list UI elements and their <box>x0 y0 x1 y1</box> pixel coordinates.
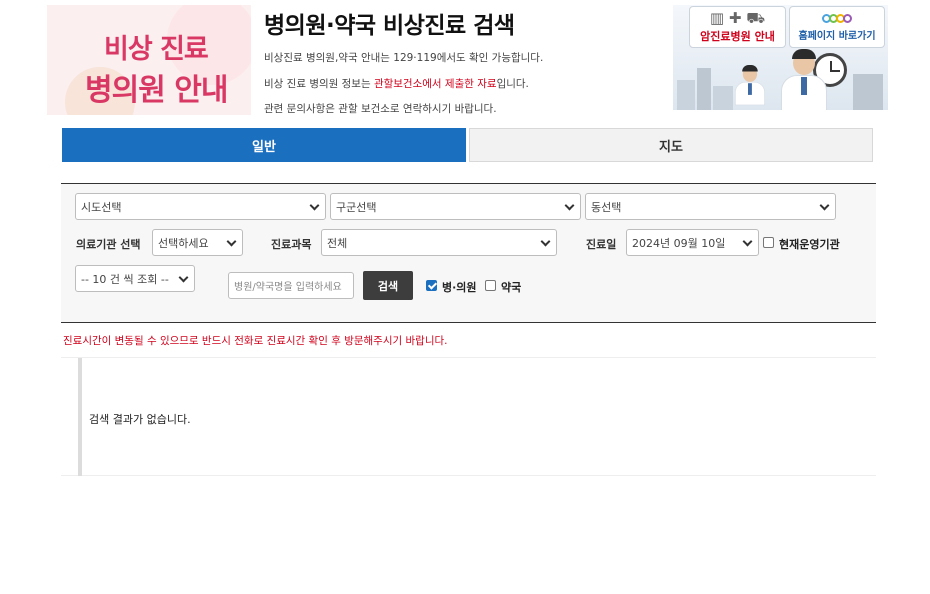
tab-map[interactable]: 지도 <box>469 128 873 162</box>
sido-select-value: 시도선택 <box>81 200 122 214</box>
pharmacy-checkbox-label: 약국 <box>501 281 522 294</box>
date-select-value: 2024년 09월 10일 <box>632 236 726 250</box>
emergency-care-logo: 비상 진료 병의원 안내 <box>47 5 251 115</box>
info-text-prefix: 비상 진료 병의원 정보는 <box>264 78 374 90</box>
page-title: 병의원·약국 비상진료 검색 <box>264 13 515 39</box>
doctor-illustration <box>781 49 827 110</box>
open-now-label: 현재운영기관 <box>779 238 840 251</box>
logo-text-line2: 병의원 안내 <box>85 73 228 108</box>
chevron-down-icon <box>564 200 575 211</box>
hospital-icons: ▥ ✚ ⛟ <box>690 7 785 29</box>
chevron-down-icon <box>540 236 551 247</box>
date-label: 진료일 <box>586 238 617 251</box>
dong-select[interactable]: 동선택 <box>585 193 836 220</box>
sido-select[interactable]: 시도선택 <box>75 193 326 220</box>
tab-general[interactable]: 일반 <box>62 128 466 162</box>
info-text-source: 비상 진료 병의원 정보는 관할보건소에서 제출한 자료입니다. <box>264 76 529 91</box>
institution-select-value: 선택하세요 <box>158 236 209 250</box>
building-graphic <box>677 80 695 110</box>
gugun-select[interactable]: 구군선택 <box>330 193 581 220</box>
chevron-down-icon <box>226 236 237 247</box>
homepage-logo-icon <box>790 7 884 29</box>
pharmacy-icon: ✚ <box>728 9 742 27</box>
result-accent-bar <box>78 358 82 476</box>
chevron-down-icon <box>178 272 189 283</box>
cancer-hospital-link[interactable]: ▥ ✚ ⛟ 암진료병원 안내 <box>689 6 786 48</box>
dong-select-value: 동선택 <box>591 200 622 214</box>
info-text-suffix: 입니다. <box>496 78 529 90</box>
call-ahead-notice: 진료시간이 변동될 수 있으므로 반드시 전화로 진료시간 확인 후 방문해주시… <box>63 335 448 347</box>
ambulance-icon: ⛟ <box>746 9 766 27</box>
institution-label: 의료기관 선택 <box>76 238 141 251</box>
cancer-hospital-label: 암진료병원 안내 <box>700 30 775 43</box>
doctor-illustration <box>735 65 765 106</box>
pharmacy-checkbox[interactable] <box>485 280 496 291</box>
hospital-checkbox-label: 병·의원 <box>442 281 477 294</box>
side-banner: ▥ ✚ ⛟ 암진료병원 안내 홈페이지 바로가기 <box>673 5 888 110</box>
chevron-down-icon <box>742 236 753 247</box>
open-now-checkbox[interactable] <box>763 237 774 248</box>
date-select[interactable]: 2024년 09월 10일 <box>626 229 759 256</box>
info-text-129: 비상진료 병의원,약국 안내는 129·119에서도 확인 가능합니다. <box>264 52 544 64</box>
chevron-down-icon <box>819 200 830 211</box>
building-graphic <box>853 74 883 110</box>
logo-text-line1: 비상 진료 <box>104 34 209 65</box>
building-graphic <box>713 86 733 110</box>
homepage-link[interactable]: 홈페이지 바로가기 <box>789 6 885 48</box>
chevron-down-icon <box>309 200 320 211</box>
department-select-value: 전체 <box>327 236 348 250</box>
search-button[interactable]: 검색 <box>363 271 413 300</box>
hospital-icon: ▥ <box>709 9 725 27</box>
info-text-contact: 관련 문의사항은 관할 보건소로 연락하시기 바랍니다. <box>264 103 497 115</box>
page-size-select[interactable]: -- 10 건 씩 조회 -- <box>75 265 195 292</box>
gugun-select-value: 구군선택 <box>336 200 377 214</box>
search-input[interactable]: 병원/약국명을 입력하세요 <box>228 272 354 299</box>
page-size-value: -- 10 건 씩 조회 -- <box>81 272 169 286</box>
hospital-checkbox[interactable] <box>426 280 437 291</box>
homepage-label: 홈페이지 바로가기 <box>798 31 876 42</box>
institution-select[interactable]: 선택하세요 <box>152 229 243 256</box>
empty-results-message: 검색 결과가 없습니다. <box>89 413 191 426</box>
search-results: 검색 결과가 없습니다. <box>61 357 876 476</box>
search-panel: 시도선택 구군선택 동선택 의료기관 선택 선택하세요 진료과목 전체 진료일 … <box>61 183 876 323</box>
department-select[interactable]: 전체 <box>321 229 557 256</box>
info-text-highlight: 관할보건소에서 제출한 자료 <box>373 78 497 90</box>
building-graphic <box>697 68 711 110</box>
department-label: 진료과목 <box>271 238 312 251</box>
